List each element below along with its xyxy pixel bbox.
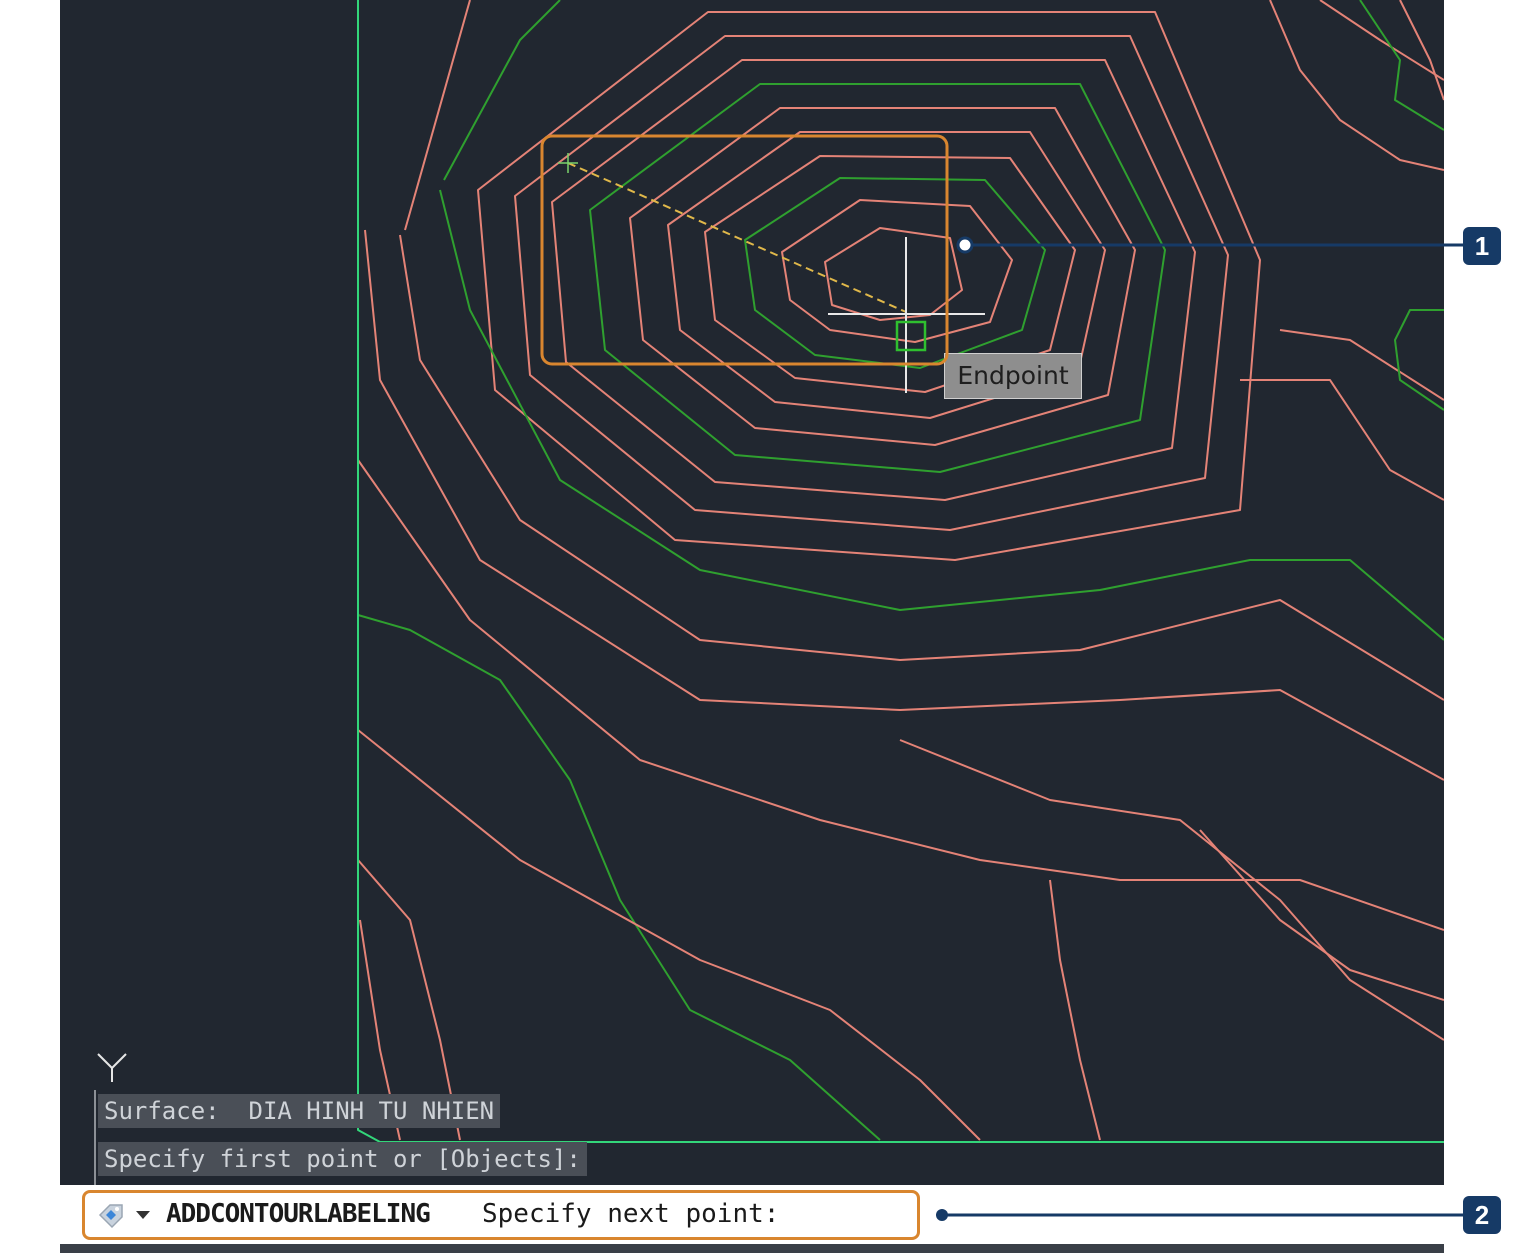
contour-line (781, 199, 1013, 343)
contour-line (477, 11, 1261, 561)
contour-line (1199, 829, 1444, 1001)
contour-line (1399, 0, 1444, 101)
contour-line (357, 614, 881, 1141)
active-command-name: ADDCONTOURLABELING (166, 1199, 431, 1229)
snap-tooltip: Endpoint (944, 353, 1082, 399)
first-point-marker (558, 153, 578, 173)
contour-line (514, 35, 1229, 531)
command-history-line-2: Specify first point or [Objects]: (98, 1142, 587, 1176)
callout-badge-1: 1 (1463, 227, 1501, 265)
contour-line (399, 234, 1444, 701)
history-divider (94, 1090, 96, 1185)
contour-line (589, 83, 1166, 473)
rubber-band-line (567, 162, 907, 313)
contour-line (1240, 379, 1444, 501)
contour-line (1319, 0, 1444, 81)
contour-line (899, 739, 1444, 1041)
status-strip (60, 1244, 1444, 1253)
surface-boundary (357, 0, 1444, 1143)
contour-line (364, 229, 1444, 781)
drawing-viewport[interactable] (60, 0, 1444, 1185)
ucs-icon (97, 1053, 127, 1082)
chevron-down-icon[interactable] (134, 1206, 152, 1224)
contour-line (357, 729, 981, 1141)
command-tag-icon[interactable] (96, 1200, 126, 1230)
endpoint-snap-square-icon (895, 320, 927, 352)
contour-line (1279, 329, 1444, 401)
contour-line (404, 0, 471, 231)
contour-drawing[interactable] (60, 0, 1444, 1185)
contour-line (1049, 879, 1101, 1141)
command-prompt: Specify next point: (482, 1199, 780, 1229)
callout-badge-2: 2 (1463, 1196, 1501, 1234)
command-history-line-1: Surface: DIA HINH TU NHIEN (98, 1094, 501, 1128)
